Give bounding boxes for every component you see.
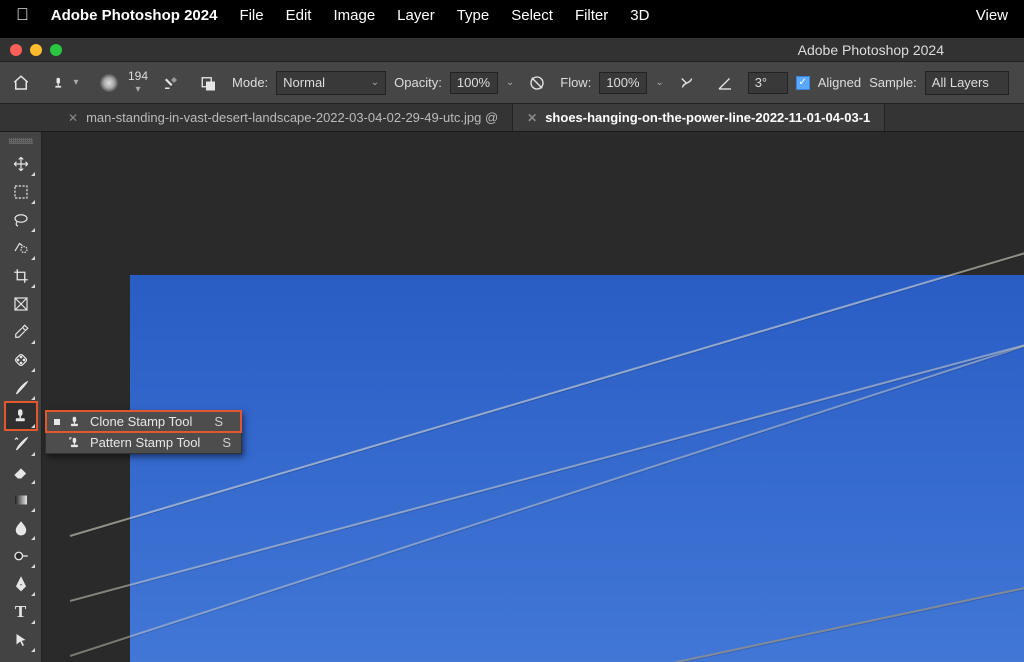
type-tool[interactable]: T [5,598,37,626]
window-zoom-button[interactable] [50,44,62,56]
close-tab-icon[interactable]: ✕ [68,111,78,125]
home-button[interactable] [6,68,36,98]
menu-filter[interactable]: Filter [575,7,608,24]
aligned-label: Aligned [818,75,861,90]
selected-marker-icon [54,419,60,425]
menu-select[interactable]: Select [511,7,553,24]
opacity-input[interactable]: 100% [450,72,498,94]
menu-edit[interactable]: Edit [286,7,312,24]
flyout-pattern-stamp[interactable]: Pattern Stamp Tool S [46,432,241,453]
options-bar: ▾ 194 ▾ Mode: Normal ⌄ Opacity: 100% ⌄ [0,62,1024,104]
panel-grip[interactable] [9,138,33,144]
window-titlebar: Adobe Photoshop 2024 [0,38,1024,62]
eyedropper-tool[interactable] [5,318,37,346]
menu-view[interactable]: View [976,7,1008,24]
window-title: Adobe Photoshop 2024 [62,42,1014,58]
doc-tab-label: man-standing-in-vast-desert-landscape-20… [86,110,498,125]
flyout-shortcut: S [222,435,231,450]
brush-preview-icon[interactable] [96,68,122,98]
menu-type[interactable]: Type [457,7,490,24]
sample-select[interactable]: All Layers [925,71,1009,95]
brush-size-value[interactable]: 194 ▾ [128,69,148,97]
quick-selection-tool[interactable] [5,234,37,262]
crop-tool[interactable] [5,262,37,290]
flow-input[interactable]: 100% [599,72,647,94]
tools-panel: T [0,132,42,662]
window-minimize-button[interactable] [30,44,42,56]
mode-label: Mode: [232,75,268,90]
lasso-tool[interactable] [5,206,37,234]
clone-stamp-tool[interactable] [5,402,37,430]
photoshop-window: Adobe Photoshop 2024 ▾ 194 ▾ Mode: No [0,38,1024,662]
chevron-down-icon: ▾ [73,77,78,88]
mode-select[interactable]: Normal ⌄ [276,71,386,95]
flow-label: Flow: [560,75,591,90]
doc-tab-active[interactable]: ✕ shoes-hanging-on-the-power-line-2022-1… [513,104,885,131]
brush-preset-group[interactable]: 194 ▾ [96,68,148,98]
menu-file[interactable]: File [239,7,263,24]
healing-brush-tool[interactable] [5,346,37,374]
aligned-checkbox[interactable]: ✓ [796,76,810,90]
brush-tool[interactable] [5,374,37,402]
sample-label: Sample: [869,75,917,90]
menu-image[interactable]: Image [333,7,375,24]
macos-menubar:  Adobe Photoshop 2024 File Edit Image L… [0,0,1024,30]
dodge-tool[interactable] [5,542,37,570]
main-area: T [0,132,1024,662]
chevron-down-icon: ▾ [136,83,141,97]
pressure-opacity-button[interactable] [522,68,552,98]
window-controls [10,44,62,56]
history-brush-tool[interactable] [5,430,37,458]
path-selection-tool[interactable] [5,626,37,654]
flyout-clone-stamp[interactable]: Clone Stamp Tool S [46,411,241,432]
doc-tab-inactive[interactable]: ✕ man-standing-in-vast-desert-landscape-… [54,104,513,131]
angle-input[interactable]: 3° [748,72,788,94]
flyout-shortcut: S [214,414,223,429]
window-close-button[interactable] [10,44,22,56]
app-name[interactable]: Adobe Photoshop 2024 [51,7,218,24]
tool-preset-picker[interactable]: ▾ [44,68,88,98]
blur-tool[interactable] [5,514,37,542]
apple-icon[interactable]:  [16,5,29,25]
marquee-tool[interactable] [5,178,37,206]
close-tab-icon[interactable]: ✕ [527,111,537,125]
clone-stamp-flyout: Clone Stamp Tool S Pattern Stamp Tool S [45,410,242,454]
document-tabs: ✕ man-standing-in-vast-desert-landscape-… [0,104,1024,132]
opacity-label: Opacity: [394,75,442,90]
move-tool[interactable] [5,150,37,178]
menu-layer[interactable]: Layer [397,7,435,24]
flyout-item-label: Clone Stamp Tool [90,414,192,429]
menu-3d[interactable]: 3D [630,7,649,24]
doc-tab-label: shoes-hanging-on-the-power-line-2022-11-… [545,110,870,125]
pen-tool[interactable] [5,570,37,598]
airbrush-button[interactable] [672,68,702,98]
clone-source-button[interactable] [194,68,224,98]
chevron-down-icon: ⌄ [371,77,379,88]
flyout-item-label: Pattern Stamp Tool [90,435,200,450]
gradient-tool[interactable] [5,486,37,514]
canvas-image [130,275,1024,662]
eraser-tool[interactable] [5,458,37,486]
brush-settings-button[interactable] [156,68,186,98]
chevron-down-icon[interactable]: ⌄ [506,77,514,88]
canvas-area[interactable] [42,132,1024,662]
chevron-down-icon[interactable]: ⌄ [655,77,663,88]
frame-tool[interactable] [5,290,37,318]
angle-icon[interactable] [710,68,740,98]
